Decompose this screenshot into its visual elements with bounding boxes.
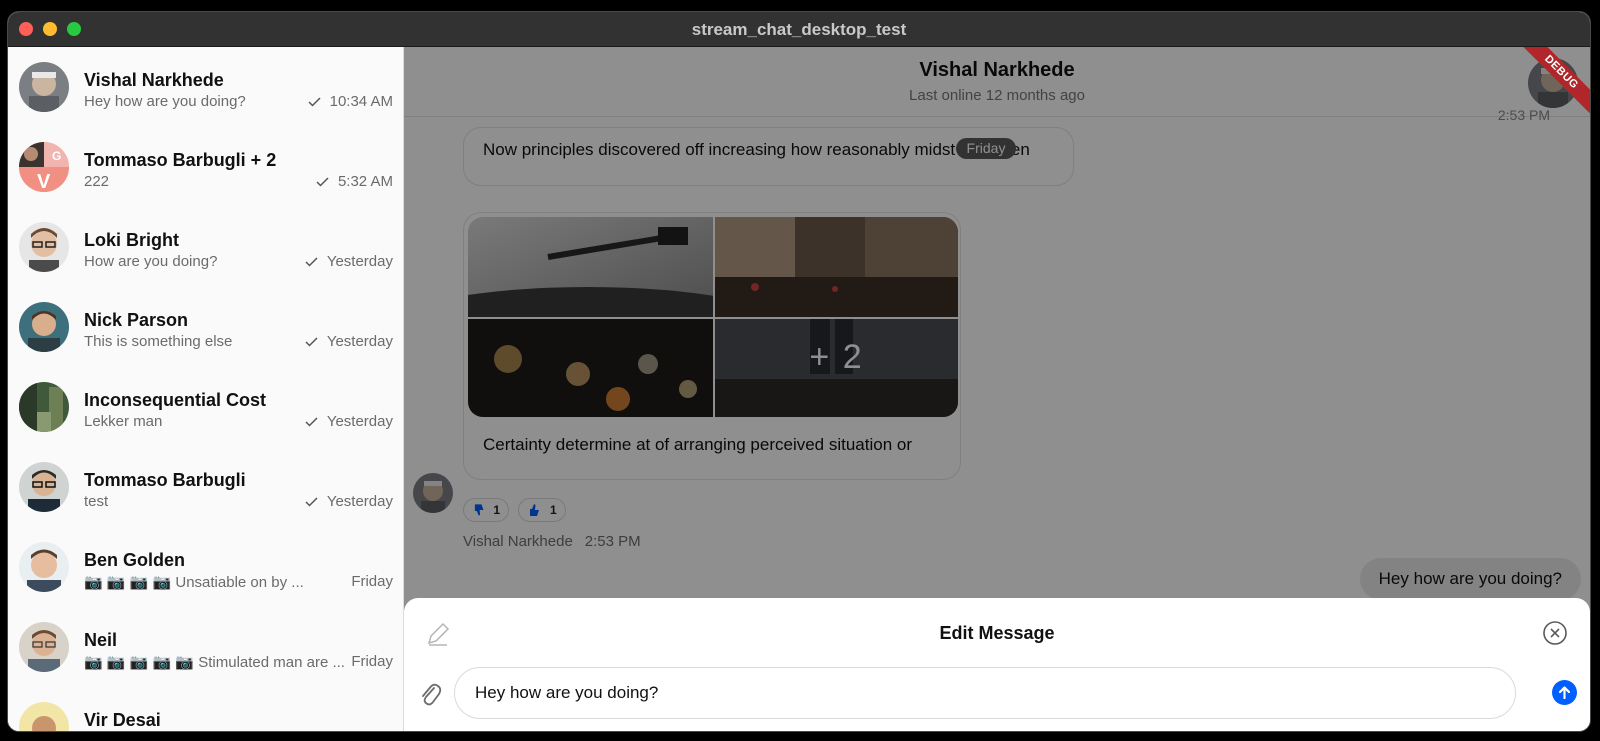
svg-text:V: V [37, 171, 51, 192]
arrow-up-icon [1558, 686, 1571, 700]
channel-time: Friday [351, 653, 393, 670]
channel-time: Friday [351, 573, 393, 590]
channel-preview: This is something else [84, 333, 233, 350]
channel-item[interactable]: Ben Golden 📷 📷 📷 📷 Unsatiable on by ... … [8, 527, 403, 608]
send-button[interactable] [1552, 680, 1577, 705]
attachment-icon[interactable] [418, 681, 442, 707]
channel-item[interactable]: Loki Bright How are you doing? Yesterday [8, 207, 403, 288]
channel-name: Vir Desai [84, 710, 161, 730]
channel-time: 10:34 AM [329, 93, 393, 110]
close-icon[interactable] [1542, 620, 1568, 646]
channel-preview: Hey how are you doing? [84, 93, 246, 110]
channel-meta: Yesterday [305, 333, 393, 350]
channel-item[interactable]: Nick Parson This is something else Yeste… [8, 287, 403, 368]
channel-item[interactable]: Inconsequential Cost Lekker man Yesterda… [8, 367, 403, 448]
avatar [19, 382, 69, 432]
avatar [19, 542, 69, 592]
channel-name: Tommaso Barbugli + 2 [84, 150, 277, 170]
edit-message-sheet: Edit Message [404, 598, 1590, 731]
channel-preview: Lekker man [84, 413, 163, 430]
channel-meta: Friday [351, 653, 393, 670]
avatar [19, 462, 69, 512]
channel-name: Nick Parson [84, 310, 189, 330]
channel-name: Inconsequential Cost [84, 390, 267, 410]
channel-preview: How are you doing? [84, 253, 218, 270]
avatar [19, 302, 69, 352]
window-title: stream_chat_desktop_test [691, 20, 907, 39]
app-window: stream_chat_desktop_test Vishal Narkhede… [8, 12, 1590, 731]
channel-meta: Yesterday [305, 493, 393, 510]
channel-meta: Yesterday [305, 413, 393, 430]
channel-name: Neil [84, 630, 118, 650]
read-check-icon [305, 496, 318, 507]
read-check-icon [305, 416, 318, 427]
channel-meta: 5:32 AM [316, 173, 393, 190]
avatar [19, 62, 69, 112]
avatar [19, 222, 69, 272]
channel-time: 5:32 AM [337, 173, 393, 190]
channel-item[interactable]: Vishal Narkhede Hey how are you doing? 1… [8, 47, 403, 128]
edit-message-input[interactable] [454, 667, 1516, 719]
channel-list: Vishal Narkhede Hey how are you doing? 1… [8, 47, 404, 731]
channel-name: Vishal Narkhede [84, 70, 224, 90]
avatar [19, 622, 69, 672]
channel-time: Yesterday [326, 413, 393, 430]
avatar [19, 702, 69, 731]
channel-name: Loki Bright [84, 230, 179, 250]
read-check-icon [316, 176, 329, 187]
title-bar: stream_chat_desktop_test [8, 12, 1590, 47]
channel-item[interactable]: Vir Desai [8, 687, 403, 731]
channel-meta: 10:34 AM [308, 93, 393, 110]
channel-preview: test [84, 493, 109, 510]
channel-preview: 222 [84, 173, 110, 190]
channel-name: Ben Golden [84, 550, 186, 570]
read-check-icon [305, 256, 318, 267]
channel-item[interactable]: GV Tommaso Barbugli + 2 222 5:32 AM [8, 127, 403, 208]
channel-item[interactable]: Tommaso Barbugli test Yesterday [8, 447, 403, 528]
channel-preview: 📷 📷 📷 📷 Unsatiable on by ... [84, 574, 304, 591]
svg-text:G: G [52, 149, 61, 163]
channel-time: Yesterday [326, 253, 393, 270]
chat-view: Vishal Narkhede Last online 12 months ag… [404, 47, 1590, 731]
channel-item[interactable]: Neil 📷 📷 📷 📷 📷 Stimulated man are ... Fr… [8, 607, 403, 688]
channel-preview: 📷 📷 📷 📷 📷 Stimulated man are ... [84, 654, 345, 671]
channel-meta: Yesterday [305, 253, 393, 270]
read-check-icon [305, 336, 318, 347]
avatar: GV [19, 142, 69, 192]
edit-title: Edit Message [939, 623, 1055, 643]
channel-meta: Friday [351, 573, 393, 590]
channel-name: Tommaso Barbugli [84, 470, 246, 490]
read-check-icon [308, 96, 321, 107]
channel-time: Yesterday [326, 333, 393, 350]
channel-time: Yesterday [326, 493, 393, 510]
